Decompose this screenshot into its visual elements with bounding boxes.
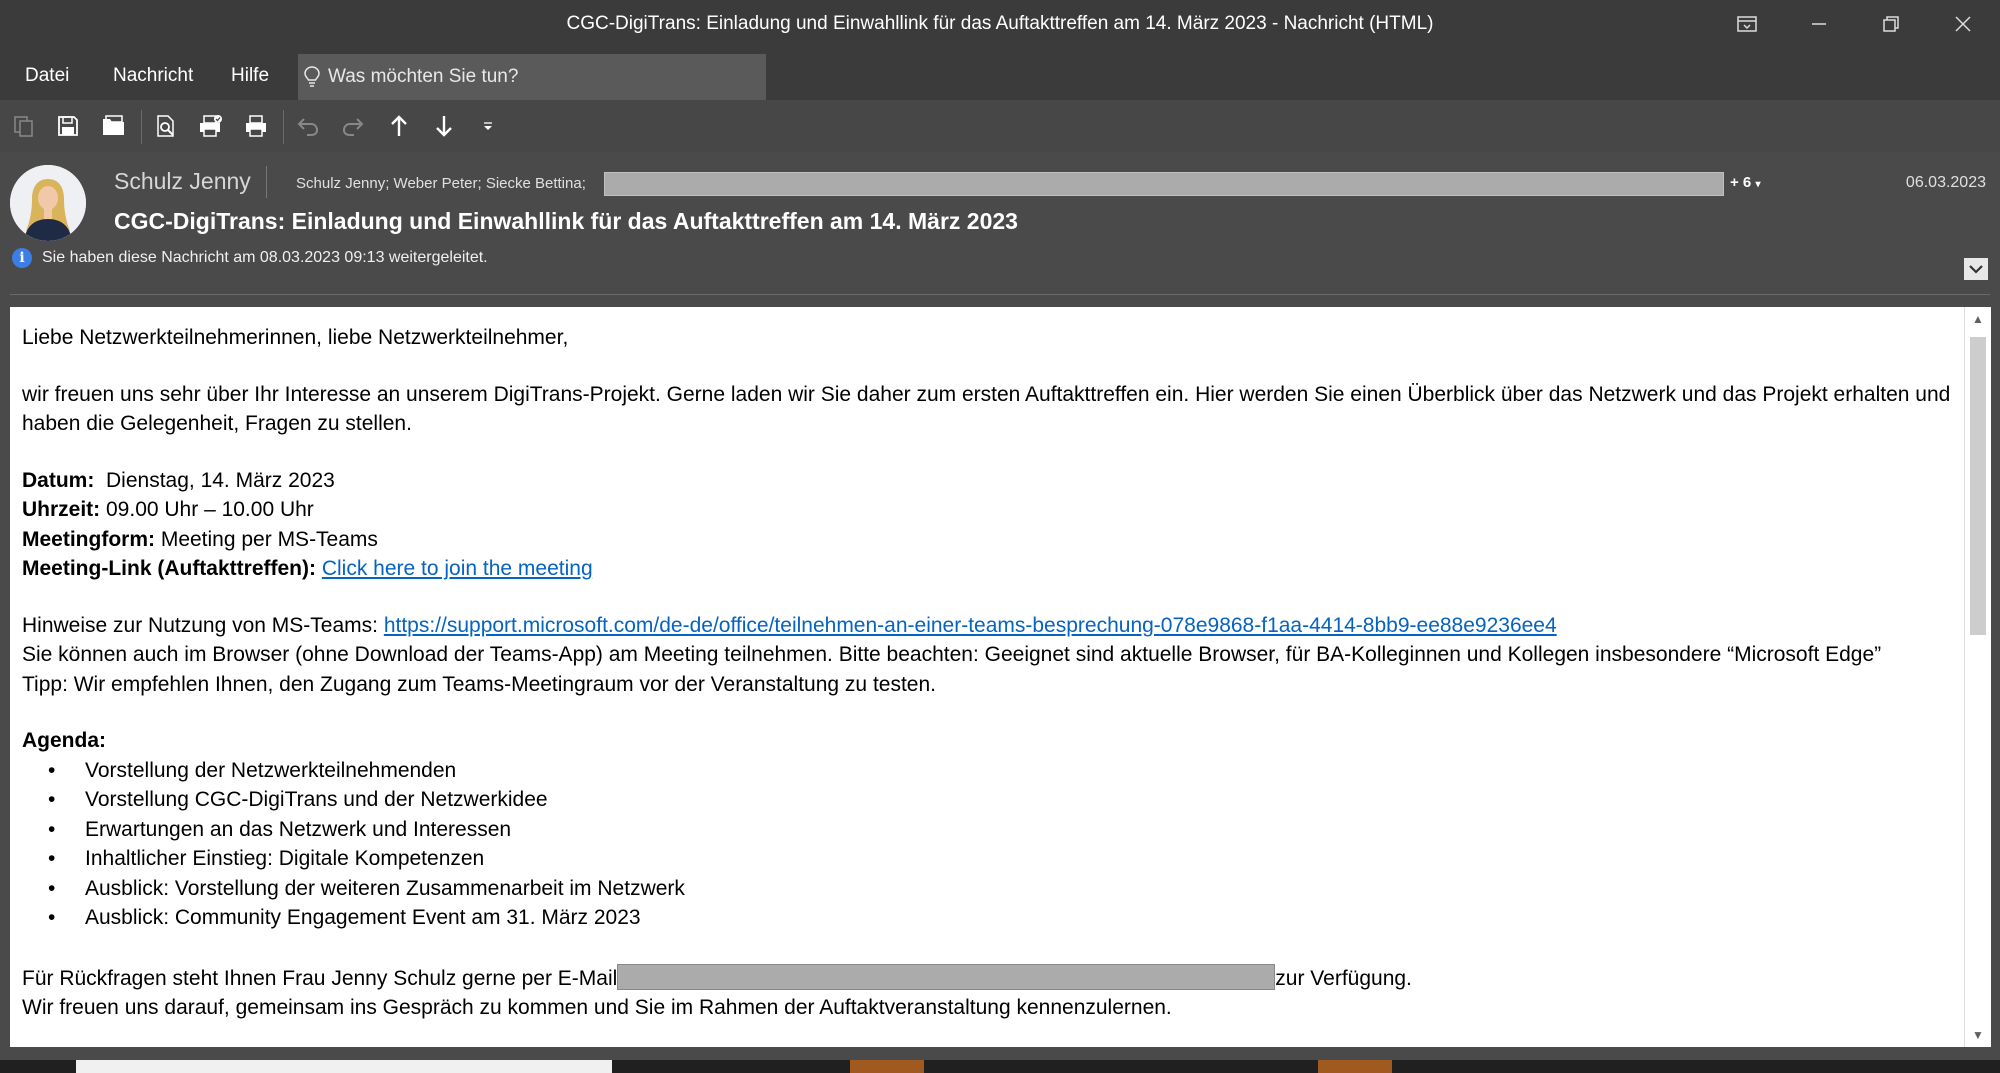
- message-date: 06.03.2023: [1905, 174, 1986, 191]
- time-value: 09.00 Uhr – 10.00 Uhr: [100, 498, 314, 521]
- browser-note: Sie können auch im Browser (ohne Downloa…: [22, 643, 1882, 666]
- menu-nachricht[interactable]: Nachricht: [110, 48, 196, 100]
- agenda-item: Ausblick: Vorstellung der weiteren Zusam…: [48, 874, 1952, 904]
- meeting-form-value: Meeting per MS-Teams: [155, 527, 378, 551]
- meeting-link-line: Meeting-Link (Auftakttreffen): Click her…: [22, 554, 1952, 584]
- undo-icon[interactable]: [294, 112, 322, 140]
- sender-name[interactable]: Schulz Jenny: [114, 168, 251, 195]
- agenda-heading: Agenda:: [22, 726, 1952, 756]
- tell-me-placeholder: Was möchten Sie tun?: [328, 66, 519, 87]
- contact-text-after: zur Verfügung.: [1275, 966, 1412, 990]
- meeting-form-label: Meetingform:: [22, 527, 155, 551]
- redacted-recipients: [604, 172, 1724, 196]
- header-divider: [266, 166, 267, 198]
- meeting-link-label: Meeting-Link (Auftakttreffen):: [22, 557, 316, 580]
- print-preview-icon[interactable]: [152, 112, 180, 140]
- time-label: Uhrzeit:: [22, 498, 101, 521]
- join-meeting-link[interactable]: Click here to join the meeting: [322, 557, 593, 580]
- info-icon: i: [12, 248, 32, 268]
- title-bar: CGC-DigiTrans: Einladung und Einwahllink…: [0, 0, 2000, 48]
- date-label: Datum:: [22, 468, 95, 492]
- taskbar-app-button[interactable]: [1318, 1060, 1392, 1073]
- scroll-down-icon[interactable]: ▼: [1965, 1023, 1991, 1047]
- menu-datei[interactable]: Datei: [22, 48, 72, 100]
- agenda-item: Vorstellung CGC-DigiTrans und der Netzwe…: [48, 785, 1952, 815]
- close-icon[interactable]: [1940, 0, 1986, 48]
- restore-icon[interactable]: [1868, 0, 1914, 48]
- message-subject: CGC-DigiTrans: Einladung und Einwahllink…: [114, 208, 1018, 234]
- tell-me-search[interactable]: Was möchten Sie tun?: [298, 54, 766, 100]
- customize-toolbar-icon[interactable]: [474, 112, 502, 140]
- date-value: Dienstag, 14. März 2023: [94, 468, 335, 492]
- avatar[interactable]: [10, 165, 86, 241]
- quick-access-toolbar: [0, 100, 2000, 152]
- menu-hilfe[interactable]: Hilfe: [228, 48, 272, 100]
- taskbar-search-box[interactable]: [76, 1060, 612, 1073]
- teams-hint-label: Hinweise zur Nutzung von MS-Teams:: [22, 613, 384, 637]
- lightbulb-icon: [304, 66, 320, 87]
- more-recipients-count: + 6: [1730, 174, 1752, 191]
- contact-line: Für Rückfragen steht Ihnen Frau Jenny Sc…: [22, 963, 1952, 994]
- scroll-up-icon[interactable]: ▲: [1965, 307, 1991, 331]
- date-line: Datum: Dienstag, 14. März 2023: [22, 466, 1952, 496]
- intro-paragraph: wir freuen uns sehr über Ihr Interesse a…: [22, 382, 1951, 436]
- window-title: CGC-DigiTrans: Einladung und Einwahllink…: [566, 13, 1434, 34]
- tip-text: Tipp: Wir empfehlen Ihnen, den Zugang zu…: [22, 672, 936, 696]
- vertical-scrollbar[interactable]: ▲ ▼: [1964, 307, 1991, 1047]
- redo-icon[interactable]: [339, 112, 367, 140]
- agenda-label: Agenda:: [22, 729, 106, 752]
- info-bar: i Sie haben diese Nachricht am 08.03.202…: [12, 248, 488, 268]
- info-text: Sie haben diese Nachricht am 08.03.2023 …: [42, 249, 488, 266]
- minimize-icon[interactable]: [1796, 0, 1842, 48]
- agenda-list: Vorstellung der Netzwerkteilnehmenden Vo…: [22, 756, 1952, 933]
- agenda-item: Ausblick: Community Engagement Event am …: [48, 903, 1952, 933]
- save-icon[interactable]: [54, 112, 82, 140]
- header-separator: [10, 294, 1990, 295]
- chevron-down-icon: ▾: [1755, 179, 1761, 190]
- print-settings-icon[interactable]: [197, 112, 225, 140]
- teams-support-link[interactable]: https://support.microsoft.com/de-de/offi…: [384, 614, 1557, 637]
- ribbon-display-options-icon[interactable]: [1724, 0, 1770, 48]
- redacted-email: [617, 963, 1276, 990]
- folder-icon[interactable]: [100, 112, 128, 140]
- teams-hint-line: Hinweise zur Nutzung von MS-Teams: https…: [22, 611, 1952, 641]
- meeting-form-line: Meetingform: Meeting per MS-Teams: [22, 525, 1952, 555]
- agenda-item: Vorstellung der Netzwerkteilnehmenden: [48, 756, 1952, 786]
- arrow-up-icon[interactable]: [385, 112, 413, 140]
- copy-icon[interactable]: [10, 112, 38, 140]
- arrow-down-icon[interactable]: [430, 112, 458, 140]
- scrollbar-thumb[interactable]: [1970, 337, 1986, 635]
- taskbar-app-button[interactable]: [850, 1060, 924, 1073]
- print-icon[interactable]: [242, 112, 270, 140]
- expand-header-button[interactable]: [1964, 258, 1988, 280]
- agenda-item: Erwartungen an das Netzwerk und Interess…: [48, 815, 1952, 845]
- contact-text-before: Für Rückfragen steht Ihnen Frau Jenny Sc…: [22, 966, 618, 990]
- more-recipients-button[interactable]: + 6 ▾: [1730, 174, 1760, 191]
- message-body: Liebe Netzwerkteilnehmerinnen, liebe Net…: [10, 307, 1964, 1047]
- agenda-item: Inhaltlicher Einstieg: Digitale Kompeten…: [48, 844, 1952, 874]
- recipients-list[interactable]: Schulz Jenny; Weber Peter; Siecke Bettin…: [296, 175, 586, 192]
- greeting: Liebe Netzwerkteilnehmerinnen, liebe Net…: [22, 326, 569, 349]
- time-line: Uhrzeit: 09.00 Uhr – 10.00 Uhr: [22, 495, 1952, 525]
- chevron-down-icon: [1969, 265, 1983, 274]
- closing-text: Wir freuen uns darauf, gemeinsam ins Ges…: [22, 996, 1172, 1019]
